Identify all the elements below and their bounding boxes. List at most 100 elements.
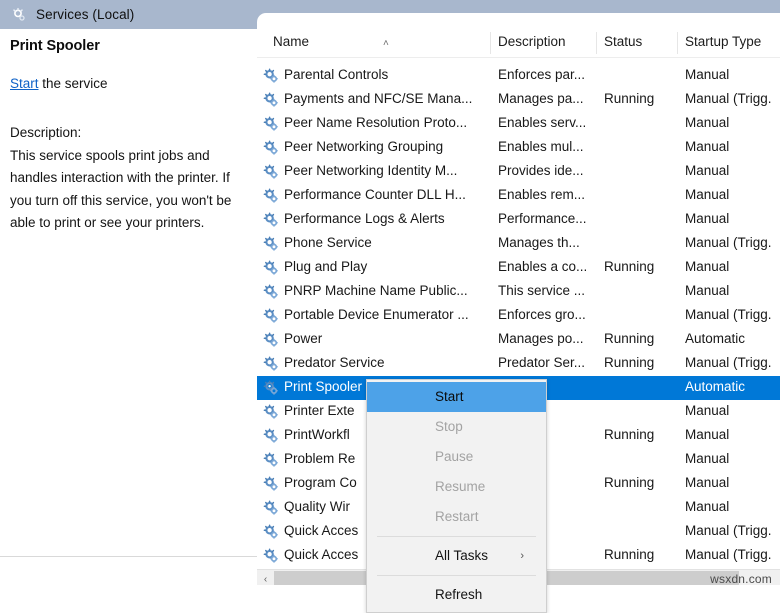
chevron-right-icon: › xyxy=(520,550,524,562)
context-menu[interactable]: Start Stop Pause Resume Restart All Tasks › Ref… xyxy=(366,379,547,613)
service-gear-icon xyxy=(263,92,279,108)
cell-startup-type: Manual (Trigg. xyxy=(685,547,772,562)
service-gear-icon xyxy=(263,164,279,180)
description-label: Description: xyxy=(10,125,82,140)
cell-name: PNRP Machine Name Public... xyxy=(284,283,468,298)
cell-name: Predator Service xyxy=(284,355,385,370)
cell-name: Peer Networking Identity M... xyxy=(284,163,458,178)
cell-status: Running xyxy=(604,547,655,562)
table-row[interactable]: Phone Service Manages th... Manual (Trigg. xyxy=(257,232,780,256)
menu-item-all-tasks[interactable]: All Tasks › xyxy=(367,541,546,571)
cell-startup-type: Manual xyxy=(685,283,730,298)
cell-startup-type: Manual xyxy=(685,427,730,442)
cell-startup-type: Manual (Trigg. xyxy=(685,523,772,538)
cell-startup-type: Manual xyxy=(685,163,730,178)
page-title: Print Spooler xyxy=(10,38,100,54)
table-row[interactable]: Power Manages po... Running Automatic xyxy=(257,328,780,352)
cell-startup-type: Manual xyxy=(685,259,730,274)
menu-item-label: Restart xyxy=(435,509,479,524)
column-header-startup-type[interactable]: Startup Type xyxy=(685,34,761,49)
cell-description: Enforces gro... xyxy=(498,307,586,322)
tab-services-local[interactable]: Services (Local) xyxy=(0,0,150,29)
scroll-left-icon[interactable]: ‹ xyxy=(257,570,274,585)
cell-name: Plug and Play xyxy=(284,259,368,274)
service-gear-icon xyxy=(263,524,279,540)
column-divider[interactable] xyxy=(490,32,491,54)
column-header-row: Name Description Status Startup Type ˄ xyxy=(257,30,780,57)
cell-description: Enables mul... xyxy=(498,139,584,154)
cell-name: Peer Networking Grouping xyxy=(284,139,444,154)
service-gear-icon xyxy=(263,140,279,156)
cell-startup-type: Manual xyxy=(685,475,730,490)
column-divider[interactable] xyxy=(677,32,678,54)
service-gear-icon xyxy=(263,284,279,300)
cell-startup-type: Manual xyxy=(685,451,730,466)
cell-startup-type: Manual (Trigg. xyxy=(685,355,772,370)
table-row[interactable]: Parental Controls Enforces par... Manual xyxy=(257,64,780,88)
menu-item-label: Refresh xyxy=(435,587,483,602)
cell-startup-type: Manual (Trigg. xyxy=(685,307,772,322)
service-gear-icon xyxy=(263,332,279,348)
service-details-pane: Print Spooler Start the service Descript… xyxy=(0,29,256,556)
cell-name: Payments and NFC/SE Mana... xyxy=(284,91,473,106)
table-row[interactable]: Portable Device Enumerator ... Enforces g… xyxy=(257,304,780,328)
cell-status: Running xyxy=(604,475,655,490)
service-gear-icon xyxy=(263,308,279,324)
column-header-name[interactable]: Name xyxy=(273,34,309,49)
service-gear-icon xyxy=(263,116,279,132)
cell-description: Manages po... xyxy=(498,331,584,346)
menu-item-label: Start xyxy=(435,389,464,404)
menu-item-label: Pause xyxy=(435,449,474,464)
cell-name: Performance Counter DLL H... xyxy=(284,187,466,202)
service-action-line: Start the service xyxy=(10,76,246,91)
cell-description: Enables serv... xyxy=(498,115,587,130)
table-row[interactable]: Payments and NFC/SE Mana... Manages pa...… xyxy=(257,88,780,112)
column-header-description[interactable]: Description xyxy=(498,34,566,49)
cell-status: Running xyxy=(604,331,655,346)
tab-label: Services (Local) xyxy=(36,7,135,22)
menu-item-pause: Pause xyxy=(367,442,546,472)
service-gear-icon xyxy=(263,404,279,420)
cell-startup-type: Manual xyxy=(685,211,730,226)
menu-separator xyxy=(377,536,536,537)
table-row[interactable]: Performance Counter DLL H... Enables rem.… xyxy=(257,184,780,208)
cell-name: Peer Name Resolution Proto... xyxy=(284,115,468,130)
service-gear-icon xyxy=(263,68,279,84)
cell-name: Parental Controls xyxy=(284,67,389,82)
cell-name: Portable Device Enumerator ... xyxy=(284,307,469,322)
gear-icon xyxy=(11,7,27,23)
cell-description: Enables rem... xyxy=(498,187,586,202)
service-gear-icon xyxy=(263,476,279,492)
cell-startup-type: Manual (Trigg. xyxy=(685,91,772,106)
table-row[interactable]: Performance Logs & Alerts Performance... M… xyxy=(257,208,780,232)
menu-item-start[interactable]: Start xyxy=(367,382,546,412)
table-row[interactable]: PNRP Machine Name Public... This service … xyxy=(257,280,780,304)
service-gear-icon xyxy=(263,428,279,444)
table-row[interactable]: Predator Service Predator Ser... Running Ma… xyxy=(257,352,780,376)
sort-ascending-icon: ˄ xyxy=(383,38,389,49)
table-row[interactable]: Plug and Play Enables a co... Running Manua… xyxy=(257,256,780,280)
table-row[interactable]: Peer Networking Grouping Enables mul... Ma… xyxy=(257,136,780,160)
table-row[interactable]: Peer Name Resolution Proto... Enables ser… xyxy=(257,112,780,136)
service-gear-icon xyxy=(263,236,279,252)
menu-item-resume: Resume xyxy=(367,472,546,502)
cell-description: This service ... xyxy=(498,283,586,298)
description-text: This service spools print jobs and handl… xyxy=(10,147,232,231)
start-service-link[interactable]: Start xyxy=(10,76,39,91)
column-divider[interactable] xyxy=(596,32,597,54)
cell-startup-type: Manual xyxy=(685,115,730,130)
service-gear-icon xyxy=(263,188,279,204)
service-gear-icon xyxy=(263,452,279,468)
column-header-status[interactable]: Status xyxy=(604,34,642,49)
header-underline xyxy=(257,57,780,58)
watermark: wsxdn.com xyxy=(710,572,772,585)
cell-description: Enables a co... xyxy=(498,259,588,274)
service-gear-icon xyxy=(263,356,279,372)
menu-item-label: All Tasks xyxy=(435,548,489,563)
cell-status: Running xyxy=(604,427,655,442)
cell-startup-type: Automatic xyxy=(685,379,746,394)
cell-description: Predator Ser... xyxy=(498,355,586,370)
cell-description: Provides ide... xyxy=(498,163,584,178)
table-row[interactable]: Peer Networking Identity M... Provides id… xyxy=(257,160,780,184)
menu-separator xyxy=(377,575,536,576)
